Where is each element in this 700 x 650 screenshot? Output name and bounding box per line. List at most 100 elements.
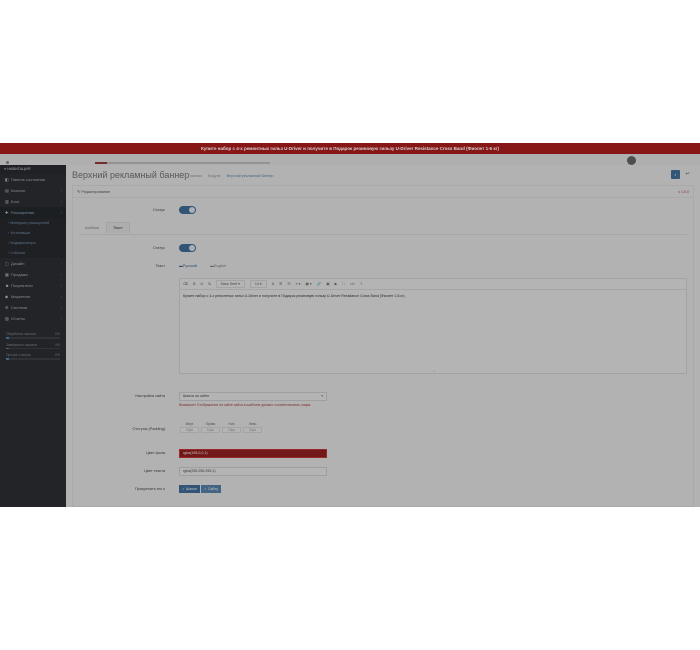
attach-site-button[interactable]: ✓ Сайту (200, 485, 222, 493)
toolbar-button-14[interactable]: ⛶ (342, 282, 345, 286)
toolbar-button-4[interactable]: Sans Serif ▾ (215, 280, 245, 288)
avatar[interactable] (627, 156, 636, 165)
toolbar-button-16[interactable]: ? (360, 282, 362, 286)
sidebar-item-0[interactable]: ◧ Панель состояния (0, 174, 66, 185)
sidebar-icon: ▨ (5, 316, 9, 321)
toolbar-button-9[interactable]: ≡ ▾ (296, 282, 301, 286)
toolbar-button-11[interactable]: 🔗 (317, 282, 321, 286)
sidebar-item2-5[interactable]: ▨ Отчеты › (0, 313, 66, 324)
stat-label: Прочие статусы (6, 353, 32, 357)
sidebar-item2-4[interactable]: ⚙ Система › (0, 302, 66, 313)
sidebar-item2-3[interactable]: ◆ Маркетинг › (0, 291, 66, 302)
toolbar-button-5[interactable]: 14 ▾ (249, 280, 267, 288)
chevron-right-icon: › (60, 188, 62, 193)
sidebar-item-label: Продажи (11, 272, 28, 277)
sidebar-item2-0[interactable]: ▢ Дизайн › (0, 258, 66, 269)
save-button[interactable]: ▪ (671, 170, 680, 179)
stat-bar (6, 337, 60, 339)
sidebar-subitem-3[interactable]: › События (0, 248, 66, 258)
sidebar-subitem-0[interactable]: › Менеджер расширений (0, 218, 66, 228)
toolbar-button-8[interactable]: ☷ (287, 282, 290, 286)
stat-0: Обработка заказов 0% (6, 332, 60, 339)
sidebar-icon: ⚙ (5, 305, 9, 310)
padding-top-input[interactable]: 10px (180, 427, 199, 433)
breadcrumb-current[interactable]: Верхний рекламный баннер (227, 174, 274, 178)
sidebar-item-3[interactable]: ✚ Расширения › (0, 207, 66, 218)
sidebar-stats: Обработка заказов 0% Завершено заказов 0% Пр… (0, 324, 66, 360)
resize-handle-icon[interactable]: ═ (433, 369, 435, 373)
sidebar-item-1[interactable]: ▤ Каталог › (0, 185, 66, 196)
editor-toolbar: ⌫ B U S̶ Sans Serif ▾ 14 ▾ A ☰ ☷ ≡ ▾ ▦ ▾ 🔗 ▣ ▶ ⛶ </>? (180, 279, 686, 290)
text-color-input[interactable]: rgba(255,255,255,1) (179, 467, 327, 476)
padding-left-input[interactable]: 10px (243, 427, 262, 433)
breadcrumb-home[interactable]: Главная (188, 174, 202, 178)
form-tabs: Шаблон Текст (79, 222, 130, 234)
toolbar-button-0[interactable]: ⌫ (183, 282, 188, 286)
sidebar-subitem-1[interactable]: › Установщик (0, 228, 66, 238)
sidebar-item2-1[interactable]: ▦ Продажи › (0, 269, 66, 280)
sidebar: ≡ НАВИГАЦИЯ ◧ Панель состояния ▤ Каталог › ▥ Б… (0, 165, 66, 507)
sidebar-icon: ▦ (5, 272, 9, 277)
toolbar-button-7[interactable]: ☰ (279, 282, 282, 286)
padding-bottom-input[interactable]: 10px (222, 427, 241, 433)
menu-toggle-icon[interactable] (6, 161, 9, 164)
toolbar-button-6[interactable]: A (272, 282, 274, 286)
sidebar-item-2[interactable]: ▥ Блог › (0, 196, 66, 207)
stat-2: Прочие статусы 0% (6, 353, 60, 360)
rich-text-editor[interactable]: ⌫ B U S̶ Sans Serif ▾ 14 ▾ A ☰ ☷ ≡ ▾ ▦ ▾ 🔗 ▣ ▶ ⛶ </>? К… (179, 278, 687, 374)
toolbar-button-2[interactable]: U (201, 282, 204, 286)
breadcrumb-modules[interactable]: Модули (208, 174, 221, 178)
promo-banner: Купите набор с 4-х ремонтных гильз U-Dri… (0, 143, 700, 154)
status-toggle[interactable] (179, 206, 196, 214)
toolbar-button-15[interactable]: </> (350, 282, 355, 286)
toolbar-button-10[interactable]: ▦ ▾ (306, 282, 312, 286)
bg-color-input[interactable]: rgba(195,0,0,1) (179, 449, 327, 458)
chevron-right-icon: › (60, 294, 62, 299)
breadcrumb: Главная Модули Верхний рекламный баннер (188, 174, 278, 178)
stat-value: 0% (55, 353, 60, 357)
stat-value: 0% (55, 332, 60, 336)
sidebar-item-label: Покупатели (11, 283, 33, 288)
attach-header-button[interactable]: ✓ Шапке (179, 485, 200, 493)
position-label: Настройка сайта (135, 394, 165, 398)
tab-template[interactable]: Шаблон (79, 223, 105, 233)
logo-accent (95, 162, 107, 164)
chevron-right-icon: › (60, 210, 62, 215)
version-label: v 1.0.0 (678, 190, 689, 194)
toolbar-button-1[interactable]: B (193, 282, 195, 286)
text-label: Текст (155, 264, 165, 268)
status2-toggle[interactable] (179, 244, 196, 252)
sidebar-icon: ▤ (5, 188, 9, 193)
position-select[interactable]: Шапка на сайте ▾ (179, 392, 327, 401)
stat-bar (6, 358, 60, 360)
tab-text[interactable]: Текст (106, 222, 130, 233)
sidebar-item-label: Каталог (11, 188, 26, 193)
padding-top-label: Верх (185, 422, 194, 426)
logo (95, 162, 270, 164)
sidebar-subitem-2[interactable]: › Модификаторы (0, 238, 66, 248)
toolbar-button-3[interactable]: S̶ (208, 282, 210, 286)
status2-label: Статус (152, 246, 165, 250)
pencil-icon: ✎ (77, 190, 81, 194)
sidebar-icon: ▥ (5, 199, 9, 204)
sidebar-item2-2[interactable]: ☻ Покупатели › (0, 280, 66, 291)
stat-fill (6, 347, 9, 349)
toolbar-button-13[interactable]: ▶ (335, 282, 338, 286)
chevron-down-icon: ▾ (321, 394, 323, 398)
toolbar-button-12[interactable]: ▣ (326, 282, 329, 286)
editor-content[interactable]: Купите набор с 4-х ремонтных гильз U-Dri… (180, 290, 686, 302)
back-arrow-icon: ↩ (685, 171, 690, 177)
status-label: Статус (152, 208, 165, 212)
back-button[interactable]: ↩ (683, 170, 692, 179)
padding-right-input[interactable]: 10px (201, 427, 220, 433)
lang-tab-ru[interactable]: ▬Русский (179, 264, 197, 268)
padding-right-label: Право (205, 422, 216, 426)
tab-divider (79, 234, 687, 235)
lang-tab-en[interactable]: ▬English (210, 264, 226, 268)
page-title: Верхний рекламный баннер (72, 170, 190, 180)
chevron-right-icon: › (60, 261, 62, 266)
stat-label: Обработка заказов (6, 332, 37, 336)
nav-heading: ≡ НАВИГАЦИЯ (0, 165, 66, 174)
chevron-right-icon: › (60, 283, 62, 288)
sidebar-item-label: Расширения (11, 210, 35, 215)
